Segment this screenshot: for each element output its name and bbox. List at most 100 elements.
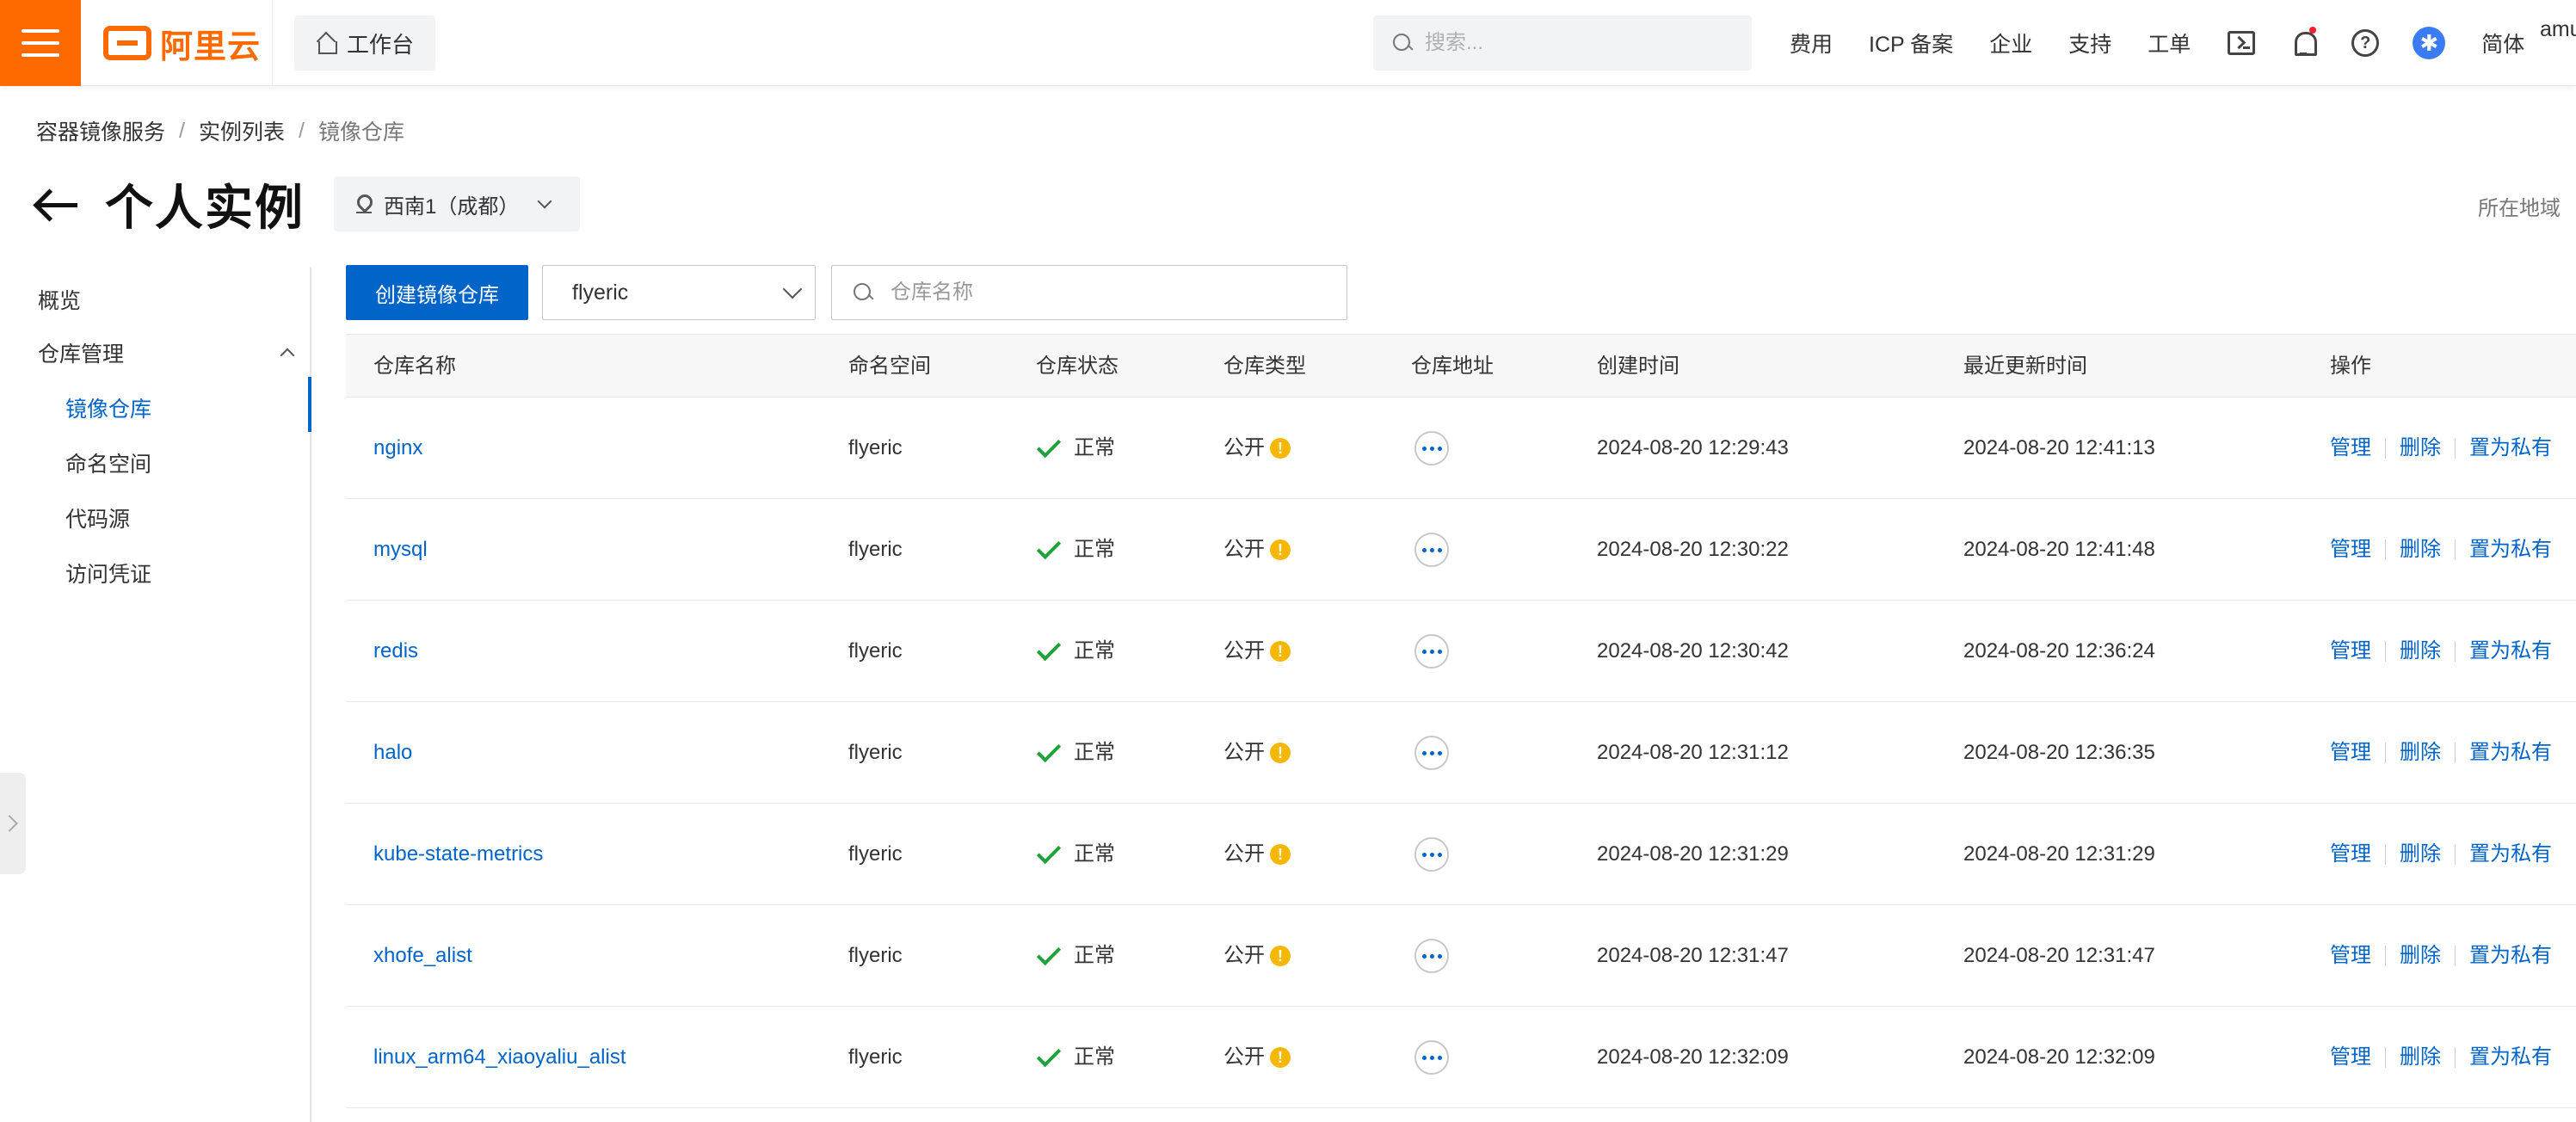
notifications-button[interactable] bbox=[2289, 27, 2318, 58]
repo-name-link[interactable]: linux_arm64_xiaoyaliu_alist bbox=[373, 1007, 626, 1108]
delete-link[interactable]: 删除 bbox=[2400, 601, 2441, 702]
type-text: 公开 bbox=[1223, 1045, 1265, 1069]
sidebar-item-image-repos[interactable]: 镜像仓库 bbox=[65, 392, 151, 423]
active-indicator bbox=[308, 377, 311, 432]
manage-link[interactable]: 管理 bbox=[2330, 1007, 2371, 1108]
delete-link[interactable]: 删除 bbox=[2400, 804, 2441, 905]
repo-name-link[interactable]: redis bbox=[373, 601, 418, 702]
make-private-link[interactable]: 置为私有 bbox=[2469, 804, 2552, 905]
check-icon bbox=[1036, 636, 1062, 662]
sidebar-item-code-sources[interactable]: 代码源 bbox=[65, 502, 130, 533]
more-icon[interactable] bbox=[1414, 736, 1449, 770]
sidebar-group-repo-management[interactable]: 仓库管理 bbox=[38, 337, 295, 368]
check-icon bbox=[1036, 534, 1062, 560]
divider bbox=[2385, 1047, 2386, 1068]
created-time-cell: 2024-08-20 12:30:22 bbox=[1597, 538, 1789, 561]
warning-icon[interactable]: ! bbox=[1270, 1047, 1291, 1068]
region-selector[interactable]: 西南1（成都） bbox=[334, 176, 580, 231]
column-header: 操作 bbox=[2330, 354, 2371, 378]
create-repo-button[interactable]: 创建镜像仓库 bbox=[346, 265, 528, 320]
link-billing[interactable]: 费用 bbox=[1790, 28, 1833, 59]
make-private-link[interactable]: 置为私有 bbox=[2469, 398, 2552, 499]
status-cell: 正常 bbox=[1036, 601, 1115, 702]
make-private-link[interactable]: 置为私有 bbox=[2469, 601, 2552, 702]
link-tickets[interactable]: 工单 bbox=[2148, 28, 2191, 59]
breadcrumb-item[interactable]: 容器镜像服务 bbox=[36, 115, 165, 146]
status-cell: 正常 bbox=[1036, 1007, 1115, 1108]
created-time-cell: 2024-08-20 12:31:12 bbox=[1597, 741, 1789, 764]
repo-name-link[interactable]: mysql bbox=[373, 499, 428, 601]
warning-icon[interactable]: ! bbox=[1270, 539, 1291, 560]
make-private-link[interactable]: 置为私有 bbox=[2469, 499, 2552, 601]
check-icon bbox=[1036, 433, 1062, 459]
status-cell: 正常 bbox=[1036, 398, 1115, 499]
breadcrumb-item[interactable]: 实例列表 bbox=[199, 115, 285, 146]
divider bbox=[2385, 946, 2386, 966]
delete-link[interactable]: 删除 bbox=[2400, 1007, 2441, 1108]
cloud-shell-button[interactable] bbox=[2227, 28, 2256, 58]
delete-link[interactable]: 删除 bbox=[2400, 398, 2441, 499]
more-icon[interactable] bbox=[1414, 533, 1449, 567]
language-switch[interactable]: 简体 bbox=[2481, 28, 2524, 59]
warning-icon[interactable]: ! bbox=[1270, 743, 1291, 763]
repo-search-input[interactable] bbox=[891, 280, 1321, 305]
status-cell: 正常 bbox=[1036, 804, 1115, 905]
more-icon[interactable] bbox=[1414, 837, 1449, 872]
manage-link[interactable]: 管理 bbox=[2330, 398, 2371, 499]
column-header: 仓库状态 bbox=[1036, 354, 1119, 378]
divider bbox=[2455, 946, 2456, 966]
hamburger-menu-button[interactable] bbox=[0, 0, 81, 86]
repo-name-link[interactable]: nginx bbox=[373, 398, 422, 499]
aliyun-logo[interactable]: 阿里云 bbox=[103, 24, 261, 65]
warning-icon[interactable]: ! bbox=[1270, 438, 1291, 459]
terminal-icon bbox=[2228, 31, 2256, 55]
namespace-select[interactable]: flyeric bbox=[542, 265, 816, 320]
warning-icon[interactable]: ! bbox=[1270, 641, 1291, 662]
manage-link[interactable]: 管理 bbox=[2330, 499, 2371, 601]
delete-link[interactable]: 删除 bbox=[2400, 905, 2441, 1007]
divider bbox=[2455, 641, 2456, 662]
link-icp[interactable]: ICP 备案 bbox=[1869, 28, 1953, 59]
more-icon[interactable] bbox=[1414, 1040, 1449, 1075]
status-cell: 正常 bbox=[1036, 499, 1115, 601]
make-private-link[interactable]: 置为私有 bbox=[2469, 905, 2552, 1007]
column-header: 仓库地址 bbox=[1411, 354, 1494, 378]
user-name[interactable]: amu bbox=[2540, 17, 2576, 42]
manage-link[interactable]: 管理 bbox=[2330, 905, 2371, 1007]
sidebar-item-overview[interactable]: 概览 bbox=[38, 284, 81, 315]
status-text: 正常 bbox=[1074, 741, 1115, 764]
help-button[interactable]: ? bbox=[2351, 28, 2380, 58]
chevron-down-icon bbox=[782, 279, 803, 299]
link-support[interactable]: 支持 bbox=[2068, 28, 2111, 59]
sidebar-item-access-credentials[interactable]: 访问凭证 bbox=[65, 558, 151, 589]
repo-name-link[interactable]: xhofe_alist bbox=[373, 905, 472, 1007]
more-icon[interactable] bbox=[1414, 431, 1449, 465]
make-private-link[interactable]: 置为私有 bbox=[2469, 1007, 2552, 1108]
more-icon[interactable] bbox=[1414, 634, 1449, 669]
warning-icon[interactable]: ! bbox=[1270, 844, 1291, 865]
repo-search[interactable] bbox=[831, 265, 1347, 320]
menu-line bbox=[22, 41, 59, 45]
divider bbox=[2455, 1047, 2456, 1068]
back-arrow-icon[interactable] bbox=[34, 187, 79, 221]
repo-name-link[interactable]: kube-state-metrics bbox=[373, 804, 543, 905]
table-row: xhofe_alist flyeric 正常 公开 ! 2024-08-20 1… bbox=[346, 905, 2576, 1007]
manage-link[interactable]: 管理 bbox=[2330, 804, 2371, 905]
workbench-button[interactable]: 工作台 bbox=[294, 15, 435, 71]
more-icon[interactable] bbox=[1414, 939, 1449, 973]
global-search[interactable] bbox=[1373, 15, 1752, 71]
manage-link[interactable]: 管理 bbox=[2330, 601, 2371, 702]
warning-icon[interactable]: ! bbox=[1270, 946, 1291, 966]
delete-link[interactable]: 删除 bbox=[2400, 499, 2441, 601]
delete-link[interactable]: 删除 bbox=[2400, 702, 2441, 804]
notification-dot bbox=[2309, 27, 2317, 34]
make-private-link[interactable]: 置为私有 bbox=[2469, 702, 2552, 804]
avatar[interactable]: ✱ bbox=[2413, 27, 2446, 59]
sidebar-item-namespaces[interactable]: 命名空间 bbox=[65, 447, 151, 478]
manage-link[interactable]: 管理 bbox=[2330, 702, 2371, 804]
global-search-input[interactable] bbox=[1425, 31, 1735, 55]
logo-mark-icon bbox=[103, 26, 151, 60]
bell-icon bbox=[2292, 27, 2318, 56]
repo-name-link[interactable]: halo bbox=[373, 702, 412, 804]
link-enterprise[interactable]: 企业 bbox=[1989, 28, 2032, 59]
